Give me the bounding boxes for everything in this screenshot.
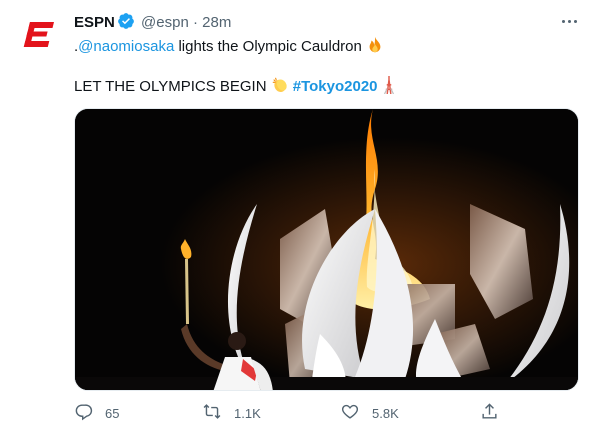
more-icon[interactable] [556,10,582,32]
like-icon [340,402,360,424]
timestamp[interactable]: 28m [202,14,231,31]
author-name[interactable]: ESPN [74,14,115,31]
mention-link[interactable]: @naomiosaka [78,38,174,55]
separator-dot: · [192,14,198,31]
clap-emoji-icon [271,76,289,100]
espn-logo-icon [15,10,64,59]
text-body: lights the Olympic Cauldron [174,38,362,55]
tokyo-tower-icon [382,76,396,100]
like-count: 5.8K [372,405,399,421]
verified-icon [117,12,135,36]
retweet-count: 1.1K [234,405,261,421]
hashtag-link[interactable]: #Tokyo2020 [293,78,378,95]
retweet-icon [202,402,222,424]
retweet-button[interactable]: 1.1K [202,402,261,424]
tweet-image[interactable] [74,108,579,391]
fire-emoji-icon [366,36,384,60]
reply-count: 65 [105,405,120,421]
tweet-text-line-2: LET THE OLYMPICS BEGIN #Tokyo2020 [74,76,396,100]
tweet-text-line-1: .@naomiosaka lights the Olympic Cauldron [74,36,384,60]
olympic-cauldron-photo [75,109,578,390]
avatar[interactable] [15,10,64,59]
like-button[interactable]: 5.8K [340,402,399,424]
reply-icon [74,402,93,424]
share-button[interactable] [480,402,499,424]
action-bar: 65 1.1K 5.8K [74,402,579,426]
share-icon [480,402,499,424]
reply-button[interactable]: 65 [74,402,119,424]
tweet[interactable]: ESPN @espn · 28m .@naomiosaka lights the… [0,0,600,439]
author-handle[interactable]: @espn [141,14,189,31]
text-headline: LET THE OLYMPICS BEGIN [74,78,267,95]
tweet-header: ESPN @espn · 28m [74,12,231,36]
